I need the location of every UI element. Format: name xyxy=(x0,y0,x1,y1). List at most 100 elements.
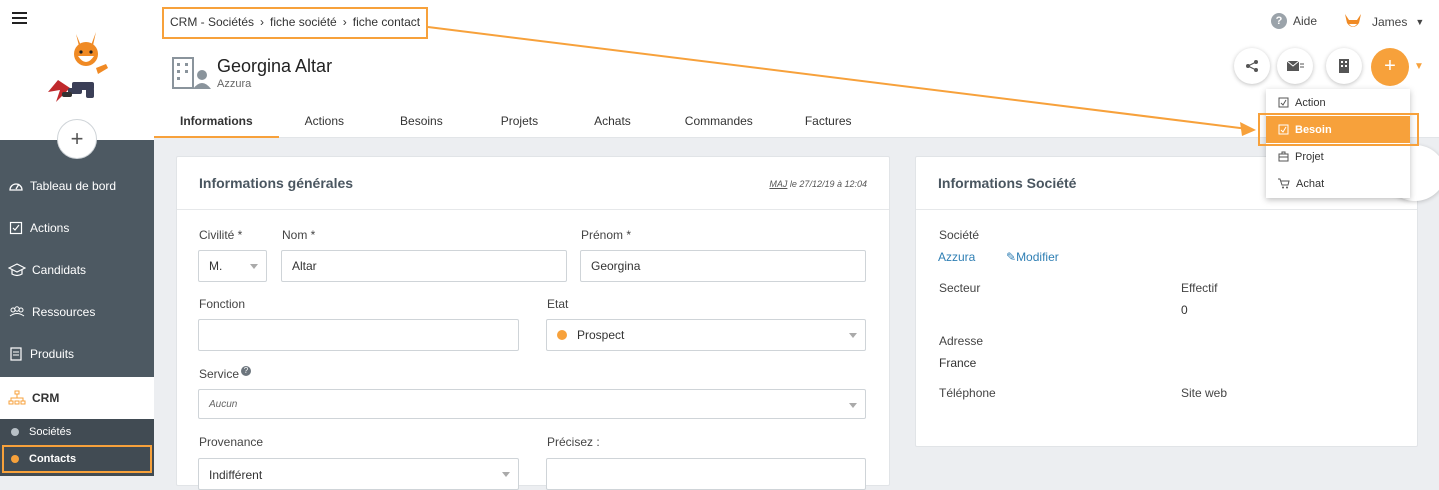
provenance-label: Provenance xyxy=(199,435,264,449)
page-title: Georgina Altar xyxy=(217,56,333,76)
org-chart-icon xyxy=(8,390,26,405)
service-select[interactable]: Aucun xyxy=(198,389,866,419)
menu-item-label: Action xyxy=(1295,96,1326,109)
breadcrumb-crm-societes[interactable]: CRM - Sociétés xyxy=(170,15,254,29)
checklist-icon xyxy=(1278,124,1289,135)
share-button[interactable] xyxy=(1234,48,1270,84)
user-menu[interactable]: James ▼ xyxy=(1342,13,1424,31)
graduation-cap-icon xyxy=(8,263,26,277)
sidebar-subitem-label: Sociétés xyxy=(29,426,72,438)
menu-item-action[interactable]: Action xyxy=(1266,89,1410,116)
societe-link[interactable]: Azzura xyxy=(938,250,975,264)
sidebar-item-label: Tableau de bord xyxy=(30,179,117,193)
menu-item-achat[interactable]: Achat xyxy=(1266,170,1410,197)
etat-value: Prospect xyxy=(577,328,625,342)
help-label: Aide xyxy=(1293,14,1318,28)
briefcase-icon xyxy=(1278,151,1289,162)
civilite-select[interactable]: M. xyxy=(198,250,267,282)
sidebar-item-label: Candidats xyxy=(32,263,87,277)
tab-projets[interactable]: Projets xyxy=(473,104,566,138)
menu-item-label: Achat xyxy=(1296,177,1325,190)
sidebar-item-actions[interactable]: Actions xyxy=(0,208,154,248)
service-label: Service? xyxy=(199,366,252,381)
chevron-down-icon xyxy=(849,403,857,408)
prenom-value: Georgina xyxy=(591,259,641,273)
sidebar-item-crm[interactable]: CRM xyxy=(0,377,154,419)
document-icon xyxy=(10,347,22,361)
tab-commandes[interactable]: Commandes xyxy=(659,104,779,138)
sidebar-subitem-societes[interactable]: Sociétés xyxy=(0,419,154,445)
building-icon xyxy=(1339,59,1349,73)
nom-field[interactable]: Altar xyxy=(281,250,567,282)
tab-factures[interactable]: Factures xyxy=(779,104,878,138)
prenom-field[interactable]: Georgina xyxy=(580,250,866,282)
pencil-icon: ✎ xyxy=(1006,250,1017,264)
effectif-label: Effectif xyxy=(1181,281,1218,295)
tab-besoins[interactable]: Besoins xyxy=(370,104,473,138)
menu-item-label: Besoin xyxy=(1295,123,1332,136)
adresse-label: Adresse xyxy=(939,334,984,348)
service-placeholder: Aucun xyxy=(209,398,238,410)
maj-prefix: MAJ xyxy=(769,179,788,189)
precisez-label: Précisez : xyxy=(547,435,600,449)
sidebar-item-produits[interactable]: Produits xyxy=(0,334,154,374)
sidebar-item-ressources[interactable]: Ressources xyxy=(0,292,154,332)
help-icon[interactable]: ? xyxy=(241,366,252,376)
fox-mascot-logo xyxy=(48,32,108,102)
page-subtitle: Azzura xyxy=(217,78,252,90)
tab-bar: Informations Actions Besoins Projets Ach… xyxy=(154,104,878,138)
sidebar-item-candidats[interactable]: Candidats xyxy=(0,250,154,290)
tab-informations[interactable]: Informations xyxy=(154,104,279,138)
sidebar-item-label: Ressources xyxy=(32,305,96,319)
cart-icon xyxy=(1278,178,1290,189)
page-header: CRM - Sociétés › fiche société › fiche c… xyxy=(154,0,1439,138)
mail-icon xyxy=(1286,60,1304,71)
chevron-down-icon xyxy=(849,333,857,338)
civilite-label: Civilité * xyxy=(199,228,243,242)
last-update: MAJ le 27/12/19 à 12:04 xyxy=(769,179,867,189)
sidebar: + Tableau de bord Actions Candidats Ress… xyxy=(0,0,154,476)
sidebar-item-label: Produits xyxy=(30,347,75,361)
menu-item-projet[interactable]: Projet xyxy=(1266,143,1410,170)
adresse-value: France xyxy=(939,356,977,370)
checklist-icon xyxy=(9,221,23,235)
service-label-text: Service xyxy=(199,367,240,381)
menu-item-label: Projet xyxy=(1295,150,1324,163)
tab-actions[interactable]: Actions xyxy=(279,104,370,138)
caret-down-icon[interactable]: ▼ xyxy=(1414,61,1424,72)
sidebar-item-tableau-de-bord[interactable]: Tableau de bord xyxy=(0,166,154,206)
societe-label: Société xyxy=(939,228,980,242)
sidebar-subitem-label: Contacts xyxy=(29,453,77,465)
bullet-icon xyxy=(11,428,19,436)
add-button[interactable]: + xyxy=(1371,48,1409,86)
provenance-select[interactable]: Indifférent xyxy=(198,458,519,490)
chevron-right-icon: › xyxy=(260,15,265,29)
modifier-label: Modifier xyxy=(1016,250,1059,264)
fonction-field[interactable] xyxy=(198,319,519,351)
provenance-value: Indifférent xyxy=(209,468,263,482)
sidebar-item-label: Actions xyxy=(30,221,70,235)
civilite-value: M. xyxy=(209,259,223,273)
sidebar-add-button[interactable]: + xyxy=(57,119,97,159)
tab-achats[interactable]: Achats xyxy=(566,104,659,138)
menu-item-besoin[interactable]: Besoin xyxy=(1266,116,1410,143)
modifier-link[interactable]: ✎Modifier xyxy=(1006,250,1059,264)
checklist-icon xyxy=(1278,97,1289,108)
breadcrumb-fiche-societe[interactable]: fiche société xyxy=(270,15,337,29)
dashboard-icon xyxy=(9,183,23,191)
caret-down-icon: ▼ xyxy=(1415,17,1425,27)
sidebar-subitem-contacts[interactable]: Contacts xyxy=(0,446,154,472)
precisez-field[interactable] xyxy=(546,458,866,490)
chevron-down-icon xyxy=(250,264,258,269)
chevron-down-icon xyxy=(502,472,510,477)
help-link[interactable]: ? Aide xyxy=(1271,13,1317,29)
menu-icon[interactable] xyxy=(12,12,27,24)
breadcrumb: CRM - Sociétés › fiche société › fiche c… xyxy=(170,15,420,29)
effectif-value: 0 xyxy=(1181,303,1188,317)
people-icon xyxy=(9,306,25,317)
company-button[interactable] xyxy=(1326,48,1362,84)
etat-select[interactable]: Prospect xyxy=(546,319,866,351)
email-button[interactable] xyxy=(1277,48,1313,84)
etat-label: Etat xyxy=(547,297,569,311)
sidebar-item-label: CRM xyxy=(32,391,60,405)
